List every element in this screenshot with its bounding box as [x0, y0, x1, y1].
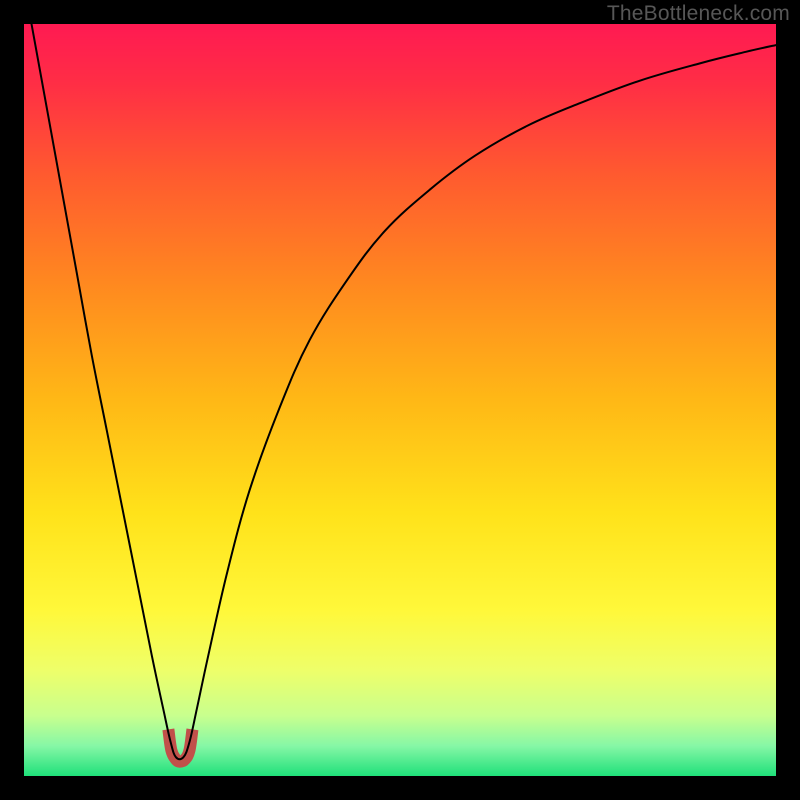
chart-svg: [24, 24, 776, 776]
plot-area: [24, 24, 776, 776]
gradient-background: [24, 24, 776, 776]
chart-frame: TheBottleneck.com: [0, 0, 800, 800]
watermark-label: TheBottleneck.com: [607, 2, 790, 26]
